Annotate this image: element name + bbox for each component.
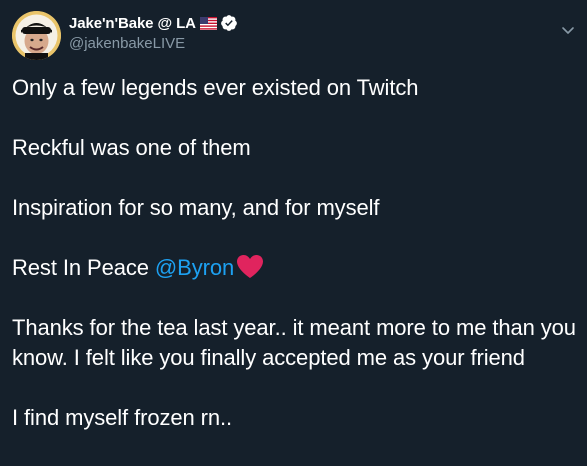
tweet-text: Only a few legends ever existed on Twitc… — [12, 73, 578, 433]
tweet: Jake'n'Bake @ LA @jakenbakeLIVE Only a f… — [0, 0, 587, 466]
display-name-row[interactable]: Jake'n'Bake @ LA — [69, 14, 238, 32]
us-flag-icon — [199, 16, 217, 30]
tweet-paragraph: Thanks for the tea last year.. it meant … — [12, 315, 576, 370]
author-handle[interactable]: @jakenbakeLIVE — [69, 35, 238, 52]
author-names: Jake'n'Bake @ LA @jakenbakeLIVE — [69, 14, 238, 52]
verified-badge-icon — [220, 14, 238, 32]
rip-line: Rest In Peace @Byron — [12, 253, 578, 283]
mention-link[interactable]: @Byron — [155, 255, 234, 280]
display-name[interactable]: Jake'n'Bake @ LA — [69, 15, 196, 32]
tweet-paragraph: Inspiration for so many, and for myself — [12, 195, 380, 220]
chevron-down-icon[interactable] — [559, 21, 577, 39]
red-heart-icon — [236, 254, 264, 279]
tweet-paragraph: I find myself frozen rn.. — [12, 405, 233, 430]
tweet-header: Jake'n'Bake @ LA @jakenbakeLIVE — [12, 11, 587, 61]
tweet-paragraph: Reckful was one of them — [12, 135, 251, 160]
tweet-paragraph: Only a few legends ever existed on Twitc… — [12, 75, 419, 100]
rip-text: Rest In Peace — [12, 255, 155, 280]
avatar[interactable] — [12, 11, 61, 60]
